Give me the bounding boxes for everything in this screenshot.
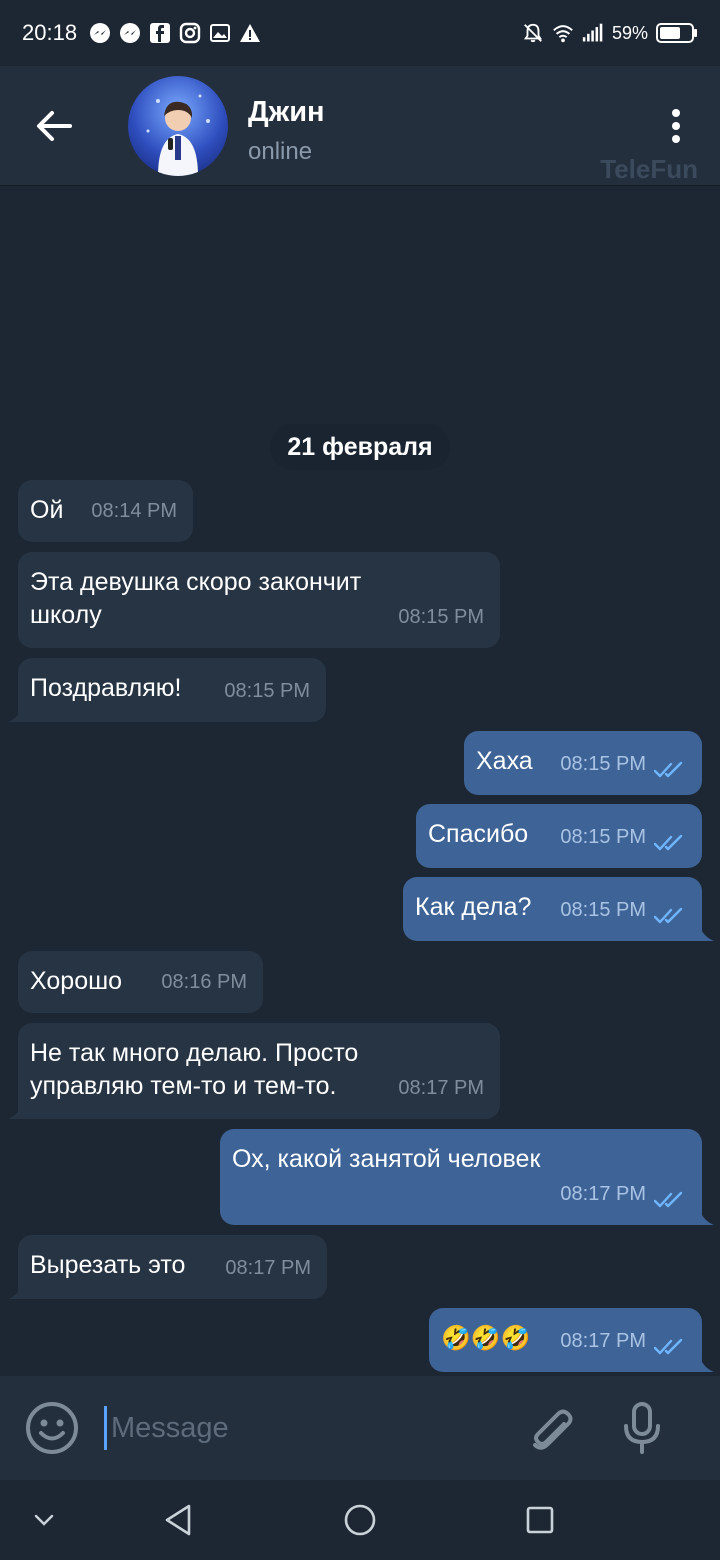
message-text: Спасибо bbox=[428, 820, 529, 848]
avatar[interactable] bbox=[128, 76, 228, 176]
bubble-tail bbox=[700, 1211, 714, 1225]
status-bar: 20:18 59% bbox=[0, 0, 720, 66]
instagram-icon bbox=[179, 22, 201, 44]
double-check-icon bbox=[654, 761, 683, 778]
nav-recents-button[interactable] bbox=[520, 1500, 560, 1540]
warning-icon bbox=[239, 22, 261, 44]
microphone-icon bbox=[624, 1402, 660, 1454]
message-time: 08:17 PM bbox=[560, 1183, 646, 1205]
double-check-icon bbox=[654, 1338, 683, 1355]
message-outgoing[interactable]: 🤣🤣🤣 08:17 PM bbox=[429, 1308, 714, 1372]
back-button[interactable] bbox=[30, 102, 78, 150]
messenger-icon bbox=[119, 22, 141, 44]
more-menu-button[interactable] bbox=[652, 102, 700, 150]
emoji-button[interactable] bbox=[24, 1400, 80, 1456]
message-input[interactable] bbox=[104, 1406, 504, 1450]
message-text: Как дела? bbox=[415, 893, 532, 921]
message-time: 08:17 PM bbox=[560, 1330, 646, 1352]
bubble-tail bbox=[700, 927, 714, 941]
message-outgoing[interactable]: Спасибо 08:15 PM bbox=[416, 804, 702, 868]
bubble-tail bbox=[8, 708, 22, 722]
watermark: TeleFun bbox=[600, 154, 698, 184]
status-time: 20:18 bbox=[22, 20, 78, 45]
nav-home-button[interactable] bbox=[340, 1500, 380, 1540]
message-text: Ох, какой занятой человек bbox=[232, 1145, 541, 1173]
message-outgoing[interactable]: Ох, какой занятой человек 08:17 PM bbox=[220, 1129, 714, 1225]
chat-status: online bbox=[248, 138, 313, 165]
message-outgoing[interactable]: Хаха 08:15 PM bbox=[464, 731, 702, 795]
status-left: 20:18 bbox=[22, 20, 261, 46]
message-time: 08:14 PM bbox=[91, 500, 177, 522]
more-vertical-icon bbox=[672, 109, 680, 143]
paperclip-icon bbox=[533, 1409, 573, 1450]
message-time: 08:16 PM bbox=[161, 971, 247, 993]
message-incoming[interactable]: Хорошо 08:16 PM bbox=[18, 951, 263, 1013]
message-time: 08:17 PM bbox=[398, 1077, 484, 1099]
battery-icon bbox=[656, 22, 698, 44]
bubble-tail bbox=[700, 1358, 714, 1372]
chevron-down-icon bbox=[34, 1514, 54, 1526]
message-time: 08:15 PM bbox=[398, 606, 484, 628]
message-incoming[interactable]: Не так много делаю. Просто управляю тем-… bbox=[8, 1023, 500, 1119]
double-check-icon bbox=[654, 1191, 683, 1208]
date-divider: 21 февраля bbox=[270, 424, 450, 470]
nav-collapse-button[interactable] bbox=[24, 1500, 64, 1540]
signal-icon bbox=[582, 22, 604, 44]
nav-back-button[interactable] bbox=[158, 1500, 198, 1540]
messenger-icon bbox=[89, 22, 111, 44]
emoji-icon bbox=[26, 1402, 78, 1454]
facebook-icon bbox=[149, 22, 171, 44]
status-right: 59% bbox=[522, 22, 698, 44]
gallery-icon bbox=[209, 22, 231, 44]
voice-record-button[interactable] bbox=[614, 1400, 670, 1456]
message-text: Ой bbox=[30, 496, 64, 524]
message-time: 08:15 PM bbox=[560, 753, 646, 775]
double-check-icon bbox=[654, 907, 683, 924]
message-text: Не так много делаю. Просто управляю тем-… bbox=[30, 1039, 359, 1100]
system-nav-bar bbox=[0, 1480, 720, 1560]
square-recents-icon bbox=[526, 1506, 554, 1534]
message-text: Эта девушка скоро закончит школу bbox=[30, 568, 362, 629]
circle-home-icon bbox=[344, 1504, 376, 1536]
bubble-tail bbox=[8, 1105, 22, 1119]
avatar-photo bbox=[146, 94, 210, 176]
message-text: Поздравляю! bbox=[30, 674, 182, 702]
message-incoming[interactable]: Эта девушка скоро закончит школу 08:15 P… bbox=[18, 552, 500, 648]
attach-button[interactable] bbox=[524, 1400, 580, 1456]
wifi-icon bbox=[552, 22, 574, 44]
battery-percent: 59% bbox=[611, 22, 648, 43]
message-incoming[interactable]: Поздравляю! 08:15 PM bbox=[8, 658, 326, 722]
message-text: Хаха bbox=[476, 747, 533, 775]
message-text: Вырезать это bbox=[30, 1251, 186, 1279]
message-text: Хорошо bbox=[30, 967, 123, 995]
message-time: 08:15 PM bbox=[560, 826, 646, 848]
message-outgoing[interactable]: Как дела? 08:15 PM bbox=[403, 877, 714, 941]
arrow-left-icon bbox=[37, 111, 72, 141]
message-time: 08:15 PM bbox=[224, 680, 310, 702]
message-time: 08:15 PM bbox=[560, 899, 646, 921]
triangle-back-icon bbox=[165, 1504, 191, 1536]
double-check-icon bbox=[654, 834, 683, 851]
message-incoming[interactable]: Вырезать это 08:17 PM bbox=[8, 1235, 327, 1299]
mute-icon bbox=[522, 22, 544, 44]
message-incoming[interactable]: Ой 08:14 PM bbox=[18, 480, 193, 542]
message-time: 08:17 PM bbox=[225, 1257, 311, 1279]
message-composer bbox=[0, 1376, 720, 1480]
bubble-tail bbox=[8, 1285, 22, 1299]
chat-title: Джин bbox=[248, 96, 325, 128]
chat-header: Джин online TeleFun bbox=[0, 66, 720, 186]
message-text: 🤣🤣🤣 bbox=[441, 1325, 531, 1352]
